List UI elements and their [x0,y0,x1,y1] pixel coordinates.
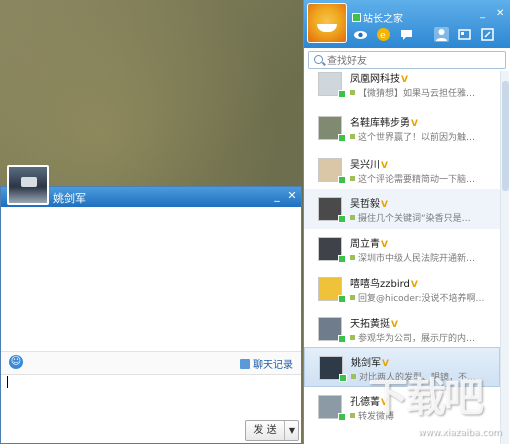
chat-close-button[interactable]: ✕ [286,189,298,203]
verified-badge-icon: V [381,161,388,171]
contact-name-text: 嘻嘻鸟zzbird [350,279,410,290]
contact-signature: 深圳市中级人民法院开通新… [350,251,498,264]
chat-titlebar[interactable]: 姚剑军 _ ✕ [1,165,301,207]
chat-title: 姚剑军 [53,192,86,205]
contact-signature-text: 参观华为公司，展示厅的内… [358,334,476,344]
contact-signature-text: 这个评论需要精简动一下脑… [358,175,476,185]
contact-name-text: 周立青 [350,239,380,250]
friend-search-box[interactable] [308,51,506,69]
contact-name: 名鞋库韩步勇V [350,114,418,129]
contact-item[interactable]: 吴兴川V 这个评论需要精简动一下脑… [304,150,500,190]
signature-icon [350,335,355,340]
contact-name: 嘻嘻鸟zzbirdV [350,275,418,290]
online-status-icon [338,335,346,343]
verified-badge-icon: V [382,359,389,369]
contact-name-text: 名鞋库韩步勇 [350,118,410,129]
send-button-group: 发 送 ▼ [245,420,299,441]
contact-signature: 回复@hicoder:没说不培养啊… [350,291,498,304]
chat-history-button[interactable]: 聊天记录 [240,356,293,371]
contact-name-text: 吴兴川 [350,160,380,171]
online-status-icon [338,413,346,421]
signature-icon [350,215,355,220]
signature-icon [350,255,355,260]
contact-signature: 这个世界赢了！以前因为触… [350,130,498,143]
user-name: 站长之家 [363,14,403,25]
chat-window: 姚剑军 _ ✕ ☺ 聊天记录 发 送 ▼ [0,165,302,444]
contact-signature: 参观华为公司，展示厅的内… [350,331,498,344]
signature-icon [350,295,355,300]
online-status-icon[interactable] [352,13,361,22]
contact-name: 吴哲毅V [350,195,388,210]
recent-tab-icon[interactable] [480,27,495,42]
verified-badge-icon: V [381,240,388,250]
send-button[interactable]: 发 送 [246,421,284,440]
chat-history-area [1,207,301,351]
signature-icon [350,413,355,418]
svg-text:e: e [380,31,386,41]
contact-name-text: 天拓黄挺 [350,319,390,330]
search-icon [314,55,323,64]
watermark-url: www.xiazaiba.com [418,428,502,438]
contact-name: 凤凰网科技V [350,71,408,85]
contact-signature-text: 回复@hicoder:没说不培养啊… [358,294,485,304]
verified-badge-icon: V [411,119,418,129]
online-status-icon [338,90,346,98]
contact-signature-text: 深圳市中级人民法院开通新… [358,254,476,264]
verified-badge-icon: V [381,200,388,210]
contact-signature-text: 【微猜想】如果马云担任雅… [358,89,476,99]
contact-item[interactable]: 周立青V 深圳市中级人民法院开通新… [304,229,500,269]
verified-badge-icon: V [391,320,398,330]
contact-signature-text: 摄住几个关键词“染香只是… [358,214,471,224]
online-status-icon [338,134,346,142]
friend-search-input[interactable] [325,53,499,69]
contact-name: 姚剑军V [351,354,389,369]
contact-signature: 摄住几个关键词“染香只是… [350,211,498,224]
contact-item[interactable]: 吴哲毅V 摄住几个关键词“染香只是… [304,189,500,229]
history-icon [240,359,250,369]
space-eye-icon[interactable] [353,27,368,42]
contact-signature: 这个评论需要精简动一下脑… [350,172,498,185]
send-options-dropdown[interactable]: ▼ [284,421,299,440]
panel-header: 站长之家 _ ✕ e [304,0,510,48]
contact-item[interactable]: 凤凰网科技V 【微猜想】如果马云担任雅… [304,71,500,104]
signature-icon [350,176,355,181]
group-tab-icon[interactable] [457,27,472,42]
online-status-icon [339,374,347,382]
contact-item[interactable]: 天拓黄挺V 参观华为公司，展示厅的内… [304,309,500,349]
contacts-tab-icon[interactable] [434,27,449,42]
verified-badge-icon: V [410,280,418,290]
message-bubble-icon[interactable] [399,27,414,42]
contact-name-text: 凤凰网科技 [350,74,400,85]
emoji-icon[interactable]: ☺ [9,355,23,369]
signature-icon [351,374,356,379]
panel-tab-bar: e [304,24,510,46]
contact-item[interactable]: 名鞋库韩步勇V 这个世界赢了！以前因为触… [304,108,500,148]
contact-name-text: 吴哲毅 [350,199,380,210]
chat-toolbar: ☺ 聊天记录 [1,351,301,375]
contact-name: 周立青V [350,235,388,250]
online-status-icon [338,295,346,303]
verified-badge-icon: V [401,75,408,85]
panel-minimize-button[interactable]: _ [480,8,485,20]
scrollbar-thumb[interactable] [502,81,509,191]
signature-icon [350,134,355,139]
chat-message-input[interactable] [5,377,299,409]
contact-signature-text: 这个世界赢了！以前因为触… [358,133,476,143]
contact-signature: 【微猜想】如果马云担任雅… [350,86,498,99]
chat-contact-avatar[interactable] [7,165,49,205]
contact-name: 天拓黄挺V [350,315,398,330]
contact-name-text: 姚剑军 [351,358,381,369]
panel-close-button[interactable]: ✕ [496,8,504,20]
signature-icon [350,90,355,95]
contact-item[interactable]: 嘻嘻鸟zzbirdV 回复@hicoder:没说不培养啊… [304,269,500,309]
online-status-icon [338,215,346,223]
online-status-icon [338,255,346,263]
chat-history-label: 聊天记录 [253,360,293,371]
weibo-icon[interactable]: e [376,27,391,42]
chat-minimize-button[interactable]: _ [271,189,283,203]
online-status-icon [338,176,346,184]
contact-name: 吴兴川V [350,156,388,171]
